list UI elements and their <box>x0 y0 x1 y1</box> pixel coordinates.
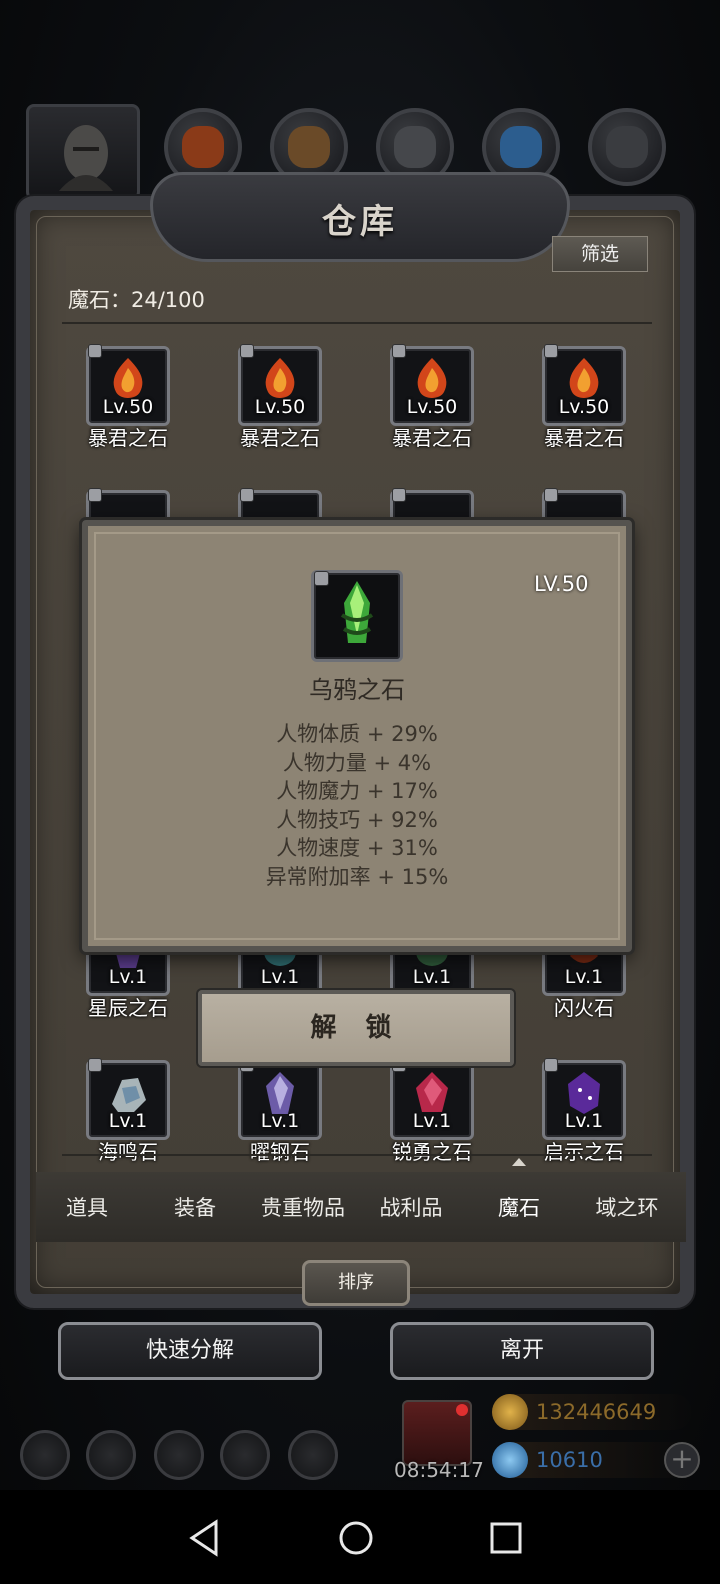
item-level: Lv.50 <box>406 396 458 418</box>
quick-decompose-button[interactable]: 快速分解 <box>58 1322 322 1380</box>
tab-domain-rings[interactable]: 域之环 <box>572 1192 682 1222</box>
item-level: Lv.50 <box>254 396 306 418</box>
character-portrait[interactable] <box>26 104 140 200</box>
lock-icon <box>314 571 329 586</box>
clock-time: 08:54:17 <box>394 1458 484 1482</box>
panel-title: 仓库 <box>322 202 398 242</box>
item-slot[interactable]: Lv.50 暴君之石 <box>86 344 170 450</box>
hud-map-icon[interactable] <box>154 1430 204 1480</box>
stat-line: 异常附加率 + 15% <box>265 864 449 889</box>
popup-stone-name: 乌鸦之石 <box>309 676 405 704</box>
blue-gem-icon <box>492 1442 528 1478</box>
divider-top <box>62 322 652 324</box>
item-level: Lv.1 <box>412 966 452 988</box>
item-level: Lv.1 <box>564 966 604 988</box>
crow-stone-icon <box>340 581 374 643</box>
item-level: Lv.1 <box>260 966 300 988</box>
popup-level: LV.50 <box>534 572 589 596</box>
gold-amount: 132446649 <box>536 1400 657 1424</box>
item-name: 暴君之石 <box>240 426 320 450</box>
hud-skill-icon[interactable] <box>86 1430 136 1480</box>
gold-counter: 132446649 <box>492 1394 692 1430</box>
gold-coin-icon <box>492 1394 528 1430</box>
leave-button[interactable]: 离开 <box>390 1322 654 1380</box>
stone-stats-list: 人物体质 + 29% 人物力量 + 4% 人物魔力 + 17% 人物技巧 + 9… <box>82 720 632 892</box>
tab-loot[interactable]: 战利品 <box>356 1192 466 1222</box>
hero-face-icon <box>59 125 113 191</box>
stat-line: 人物体质 + 29% <box>276 722 438 746</box>
item-name: 暴君之石 <box>392 426 472 450</box>
stone-count: 魔石：24/100 <box>68 288 205 312</box>
gem-counter: 10610 <box>492 1442 692 1478</box>
item-name: 星辰之石 <box>88 996 168 1020</box>
item-name: 锐勇之石 <box>392 1140 472 1164</box>
stat-line: 人物魔力 + 17% <box>276 779 438 804</box>
item-level: Lv.1 <box>108 1110 148 1132</box>
lock-icon <box>544 1058 558 1072</box>
notification-dot <box>456 1404 468 1416</box>
tab-items[interactable]: 道具 <box>32 1192 142 1222</box>
item-slot[interactable]: Lv.1 曜钢石 <box>238 1058 322 1164</box>
item-level: Lv.1 <box>260 1110 300 1132</box>
unlock-button[interactable]: 解 锁 <box>198 990 514 1066</box>
tab-magic-stones[interactable]: 魔石 <box>464 1192 574 1222</box>
lock-icon <box>544 488 558 502</box>
item-level: Lv.50 <box>102 396 154 418</box>
lock-icon <box>392 488 406 502</box>
gem-amount: 10610 <box>536 1448 603 1472</box>
tab-valuables[interactable]: 贵重物品 <box>248 1192 358 1222</box>
item-name: 暴君之石 <box>88 426 168 450</box>
lock-icon <box>240 344 254 358</box>
item-name: 启示之石 <box>544 1140 624 1164</box>
item-slot[interactable]: Lv.1 海鸣石 <box>86 1058 170 1164</box>
lock-icon <box>392 344 406 358</box>
hud-settings-icon[interactable] <box>20 1430 70 1480</box>
lock-icon <box>88 344 102 358</box>
item-level: Lv.50 <box>558 396 610 418</box>
category-blade-icon[interactable] <box>588 108 666 186</box>
item-slot[interactable]: Lv.50 暴君之石 <box>542 344 626 450</box>
popup-item-slot <box>311 570 403 662</box>
hud-mail-icon[interactable] <box>220 1430 270 1480</box>
item-name: 暴君之石 <box>544 426 624 450</box>
lock-icon <box>240 488 254 502</box>
active-tab-indicator <box>512 1158 526 1166</box>
lock-icon <box>88 488 102 502</box>
item-slot[interactable]: Lv.1 锐勇之石 <box>390 1058 474 1164</box>
item-slot[interactable]: Lv.50 暴君之石 <box>238 344 322 450</box>
lock-icon <box>88 1058 102 1072</box>
tab-equipment[interactable]: 装备 <box>140 1192 250 1222</box>
home-icon[interactable] <box>326 1508 386 1568</box>
item-slot[interactable]: Lv.1 启示之石 <box>542 1058 626 1164</box>
divider-bottom <box>62 1154 652 1156</box>
item-name: 闪火石 <box>554 996 614 1020</box>
sort-button[interactable]: 排序 <box>302 1260 410 1306</box>
item-name: 曜钢石 <box>250 1140 310 1164</box>
add-currency-button[interactable]: + <box>664 1442 700 1478</box>
item-level: Lv.1 <box>108 966 148 988</box>
lock-icon <box>544 344 558 358</box>
category-tabs: 道具 装备 贵重物品 战利品 魔石 域之环 <box>36 1172 686 1242</box>
stat-line: 人物技巧 + 92% <box>276 807 438 832</box>
filter-button[interactable]: 筛选 <box>552 236 648 272</box>
stat-line: 人物力量 + 4% <box>282 750 432 775</box>
stat-line: 人物速度 + 31% <box>276 836 438 861</box>
back-icon[interactable] <box>176 1508 236 1568</box>
hud-guild-icon[interactable] <box>288 1430 338 1480</box>
item-slot[interactable]: Lv.50 暴君之石 <box>390 344 474 450</box>
item-level: Lv.1 <box>412 1110 452 1132</box>
recents-icon[interactable] <box>476 1508 536 1568</box>
item-name: 海鸣石 <box>98 1140 158 1164</box>
item-level: Lv.1 <box>564 1110 604 1132</box>
